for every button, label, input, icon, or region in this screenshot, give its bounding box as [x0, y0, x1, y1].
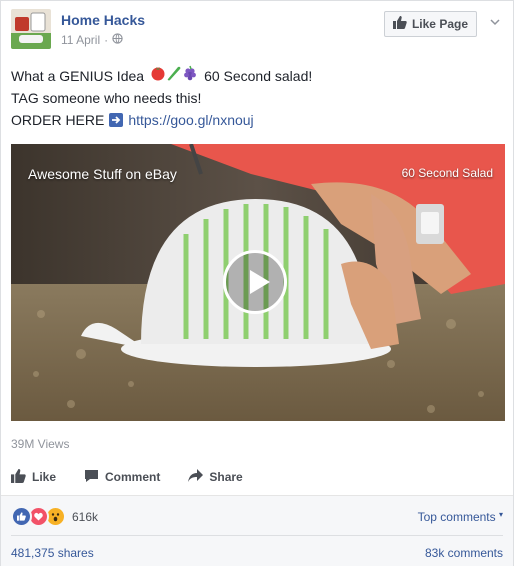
post-date[interactable]: 11 April	[61, 33, 100, 47]
caret-down-icon: ▾	[498, 510, 503, 519]
top-comments-label: Top comments	[417, 510, 496, 524]
video-caption-right: 60 Second Salad	[401, 166, 493, 180]
avatar[interactable]	[11, 9, 51, 49]
reaction-count: 616k	[72, 509, 99, 524]
post-card: Home Hacks 11 April · Like Page What a G…	[0, 0, 514, 566]
like-reaction-icon	[11, 506, 32, 527]
meta-separator: ·	[104, 33, 109, 47]
thumbs-up-icon	[11, 468, 26, 486]
top-comments-dropdown[interactable]: Top comments ▾	[418, 510, 503, 524]
comment-button[interactable]: Comment	[84, 469, 160, 486]
reaction-summary[interactable]: 616k	[11, 506, 98, 527]
order-link[interactable]: https://goo.gl/nxnouj	[128, 109, 253, 131]
like-page-button[interactable]: Like Page	[383, 11, 477, 37]
page-name-link[interactable]: Home Hacks	[61, 12, 145, 28]
post-header: Home Hacks 11 April · Like Page	[11, 7, 505, 51]
post-meta: 11 April ·	[61, 33, 123, 47]
post-line-1-text: What a GENIUS Idea	[11, 68, 145, 84]
comment-icon	[84, 469, 99, 486]
cucumber-emoji	[166, 65, 182, 87]
reactions-panel: 616k Top comments ▾ 481,375 shares 83k c…	[1, 495, 513, 566]
action-bar: Like Comment Share	[11, 463, 505, 491]
share-label: Share	[209, 470, 243, 484]
right-arrow-icon	[109, 113, 124, 127]
comments-count[interactable]: 83k comments	[425, 546, 503, 560]
shares-count[interactable]: 481,375 shares	[11, 546, 94, 560]
comment-label: Comment	[105, 470, 161, 484]
play-button[interactable]	[223, 250, 287, 314]
order-here-text: ORDER HERE	[11, 112, 105, 128]
like-label: Like	[32, 470, 57, 484]
video-player[interactable]: Awesome Stuff on eBay 60 Second Salad	[11, 144, 505, 421]
grapes-emoji	[182, 65, 198, 87]
post-line-1-suffix: 60 Second salad!	[204, 68, 313, 84]
like-page-label: Like Page	[411, 17, 468, 31]
video-caption-left: Awesome Stuff on eBay	[28, 166, 177, 182]
chevron-down-icon[interactable]	[489, 15, 501, 27]
view-count: 39M Views	[11, 437, 70, 451]
tomato-emoji	[150, 65, 166, 87]
like-button[interactable]: Like	[11, 468, 57, 486]
globe-icon	[112, 33, 123, 47]
share-arrow-icon	[188, 469, 204, 485]
post-line-2: TAG someone who needs this!	[11, 90, 202, 106]
divider	[11, 535, 503, 536]
post-text: What a GENIUS Idea 60 Second salad! TAG …	[11, 65, 505, 131]
share-button[interactable]: Share	[188, 469, 243, 485]
thumbs-up-icon	[392, 16, 407, 32]
post-line-3: ORDER HERE https://goo.gl/nxnouj	[11, 109, 505, 131]
post-line-1: What a GENIUS Idea 60 Second salad!	[11, 65, 505, 87]
